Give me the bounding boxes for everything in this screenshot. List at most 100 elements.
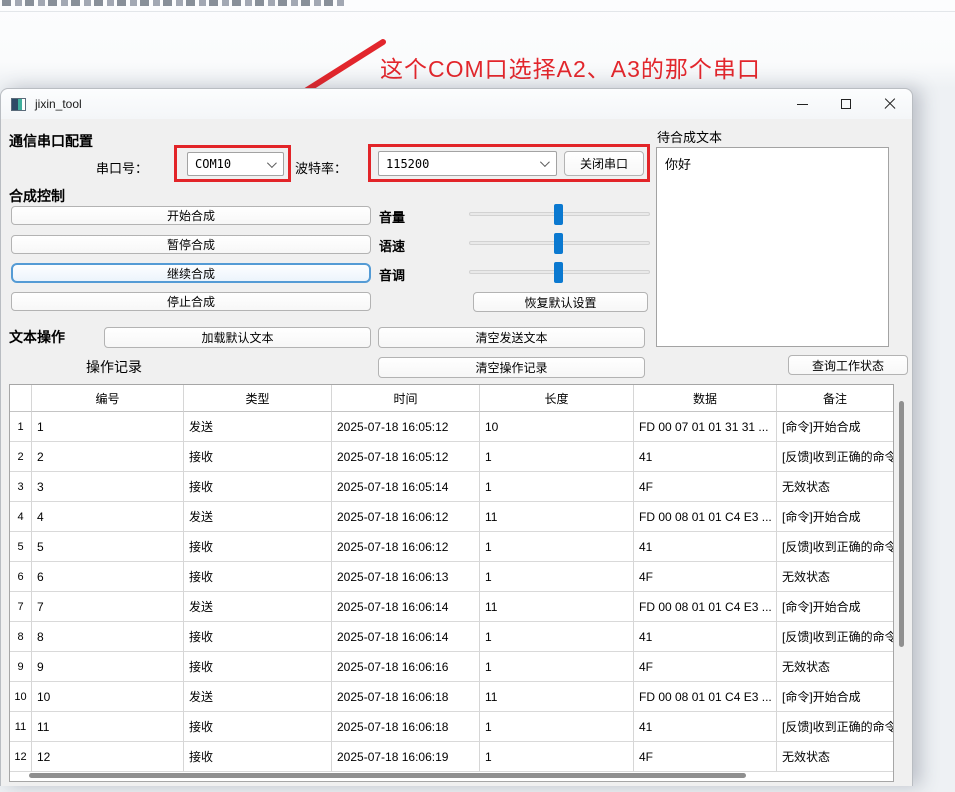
- screen: 这个COM口选择A2、A3的那个串口 jixin_tool 通信串口配置 串口号…: [0, 0, 955, 792]
- cell-time: 2025-07-18 16:06:14: [332, 592, 480, 622]
- cell-time: 2025-07-18 16:05:12: [332, 442, 480, 472]
- cell-type: 接收: [184, 742, 332, 772]
- cell-length: 11: [480, 502, 634, 532]
- baud-rate-select[interactable]: 115200: [378, 151, 557, 176]
- com-port-value: COM10: [195, 157, 231, 171]
- row-number: 5: [10, 532, 32, 562]
- cell-time: 2025-07-18 16:06:13: [332, 562, 480, 592]
- clear-operation-record-button[interactable]: 清空操作记录: [378, 357, 645, 378]
- cell-number: 11: [32, 712, 184, 742]
- table-row[interactable]: 44发送2025-07-18 16:06:1211FD 00 08 01 01 …: [10, 502, 893, 532]
- table-row[interactable]: 99接收2025-07-18 16:06:1614F无效状态: [10, 652, 893, 682]
- cell-remark: 无效状态: [777, 652, 893, 682]
- resume-synthesis-button[interactable]: 继续合成: [11, 263, 371, 283]
- maximize-button[interactable]: [824, 89, 868, 119]
- cell-type: 发送: [184, 592, 332, 622]
- cell-time: 2025-07-18 16:06:16: [332, 652, 480, 682]
- cell-length: 1: [480, 442, 634, 472]
- row-number: 7: [10, 592, 32, 622]
- section-serial-config: 通信串口配置: [9, 131, 93, 151]
- cell-length: 11: [480, 592, 634, 622]
- table-row[interactable]: 1212接收2025-07-18 16:06:1914F无效状态: [10, 742, 893, 772]
- restore-defaults-button[interactable]: 恢复默认设置: [473, 292, 648, 312]
- volume-slider[interactable]: [469, 212, 650, 216]
- chevron-down-icon: [267, 158, 277, 168]
- cell-type: 接收: [184, 442, 332, 472]
- slider-thumb[interactable]: [554, 262, 563, 283]
- column-header-time[interactable]: 时间: [332, 385, 480, 412]
- query-work-status-button[interactable]: 查询工作状态: [788, 355, 908, 375]
- start-synthesis-button[interactable]: 开始合成: [11, 206, 371, 225]
- column-header-number[interactable]: 编号: [32, 385, 184, 412]
- table-row[interactable]: 22接收2025-07-18 16:05:12141[反馈]收到正确的命令: [10, 442, 893, 472]
- cell-remark: [命令]开始合成: [777, 682, 893, 712]
- cell-data: 41: [634, 442, 777, 472]
- row-number: 8: [10, 622, 32, 652]
- cell-remark: [命令]开始合成: [777, 412, 893, 442]
- cell-remark: 无效状态: [777, 742, 893, 772]
- vertical-scrollbar-thumb[interactable]: [899, 401, 904, 647]
- operation-record-label: 操作记录: [86, 357, 142, 377]
- close-button[interactable]: [868, 89, 912, 119]
- cell-time: 2025-07-18 16:06:18: [332, 712, 480, 742]
- cell-data: FD 00 08 01 01 C4 E3 ...: [634, 502, 777, 532]
- cell-type: 发送: [184, 682, 332, 712]
- baud-rate-value: 115200: [386, 157, 429, 171]
- section-synthesis-control: 合成控制: [9, 186, 65, 206]
- table-row[interactable]: 55接收2025-07-18 16:06:12141[反馈]收到正确的命令: [10, 532, 893, 562]
- minimize-button[interactable]: [780, 89, 824, 119]
- table-row[interactable]: 11发送2025-07-18 16:05:1210FD 00 07 01 01 …: [10, 412, 893, 442]
- table-row[interactable]: 77发送2025-07-18 16:06:1411FD 00 08 01 01 …: [10, 592, 893, 622]
- row-number: 1: [10, 412, 32, 442]
- cell-time: 2025-07-18 16:06:12: [332, 502, 480, 532]
- column-header-data[interactable]: 数据: [634, 385, 777, 412]
- row-number: 4: [10, 502, 32, 532]
- horizontal-scrollbar-thumb[interactable]: [29, 773, 746, 778]
- cell-type: 接收: [184, 472, 332, 502]
- cell-number: 5: [32, 532, 184, 562]
- clear-send-text-button[interactable]: 清空发送文本: [378, 327, 645, 348]
- table-row[interactable]: 88接收2025-07-18 16:06:14141[反馈]收到正确的命令: [10, 622, 893, 652]
- column-header-remark[interactable]: 备注: [777, 385, 893, 412]
- pitch-label: 音调: [379, 265, 405, 284]
- pending-text-area[interactable]: 你好: [656, 147, 889, 347]
- cell-length: 1: [480, 652, 634, 682]
- cell-type: 接收: [184, 562, 332, 592]
- table-row[interactable]: 66接收2025-07-18 16:06:1314F无效状态: [10, 562, 893, 592]
- column-header-length[interactable]: 长度: [480, 385, 634, 412]
- pitch-slider[interactable]: [469, 270, 650, 274]
- close-icon: [884, 98, 896, 110]
- slider-thumb[interactable]: [554, 204, 563, 225]
- com-port-select[interactable]: COM10: [187, 152, 284, 176]
- row-number: 2: [10, 442, 32, 472]
- row-number: 6: [10, 562, 32, 592]
- cell-length: 1: [480, 712, 634, 742]
- title-bar[interactable]: jixin_tool: [1, 89, 912, 119]
- close-port-button[interactable]: 关闭串口: [564, 151, 644, 176]
- cell-time: 2025-07-18 16:05:14: [332, 472, 480, 502]
- speed-slider[interactable]: [469, 241, 650, 245]
- table-row[interactable]: 33接收2025-07-18 16:05:1414F无效状态: [10, 472, 893, 502]
- table-body: 11发送2025-07-18 16:05:1210FD 00 07 01 01 …: [10, 412, 893, 772]
- row-number: 10: [10, 682, 32, 712]
- cell-number: 12: [32, 742, 184, 772]
- chevron-down-icon: [540, 157, 550, 167]
- cell-number: 9: [32, 652, 184, 682]
- row-number-header: [10, 385, 32, 412]
- cell-remark: [命令]开始合成: [777, 592, 893, 622]
- stop-synthesis-button[interactable]: 停止合成: [11, 292, 371, 311]
- cell-data: 4F: [634, 472, 777, 502]
- pause-synthesis-button[interactable]: 暂停合成: [11, 235, 371, 254]
- table-header-row: 编号类型时间长度数据备注: [10, 385, 893, 412]
- cell-length: 1: [480, 472, 634, 502]
- slider-thumb[interactable]: [554, 233, 563, 254]
- cell-type: 接收: [184, 622, 332, 652]
- cell-length: 1: [480, 742, 634, 772]
- load-default-text-button[interactable]: 加载默认文本: [104, 327, 371, 348]
- column-header-type[interactable]: 类型: [184, 385, 332, 412]
- cell-data: FD 00 07 01 01 31 31 ...: [634, 412, 777, 442]
- cell-data: 41: [634, 532, 777, 562]
- cell-number: 2: [32, 442, 184, 472]
- table-row[interactable]: 1010发送2025-07-18 16:06:1811FD 00 08 01 0…: [10, 682, 893, 712]
- table-row[interactable]: 1111接收2025-07-18 16:06:18141[反馈]收到正确的命令: [10, 712, 893, 742]
